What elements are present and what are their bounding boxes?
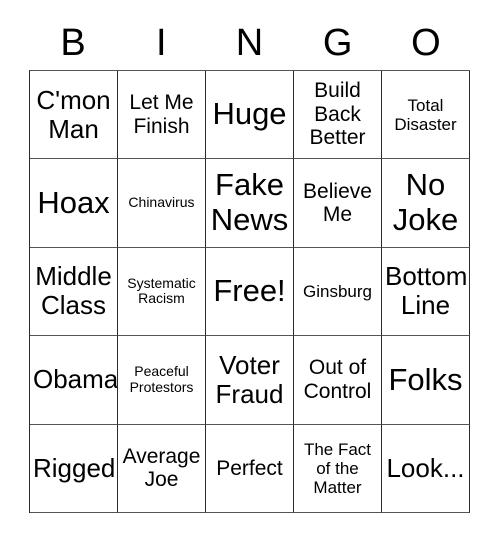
bingo-cell-label: Obama [33,364,118,395]
bingo-cell-label: Folks [388,361,463,397]
bingo-cell[interactable]: Systematic Racism [118,247,206,337]
bingo-cell[interactable]: Rigged [30,424,118,513]
bingo-cell-label: Fake News [210,167,289,238]
bingo-cell[interactable]: Obama [30,336,118,425]
bingo-cell-label: Peaceful Protestors [129,363,194,395]
bingo-cell[interactable]: Voter Fraud [206,336,294,425]
bingo-cell-label: Out of Control [303,356,372,403]
bingo-cell[interactable]: Folks [382,336,470,425]
bingo-cell-label: Rigged [33,452,116,483]
bingo-cell[interactable]: Look... [382,424,470,513]
bingo-cell-label: The Fact of the Matter [303,439,372,497]
bingo-cell-label: Average Joe [122,444,201,492]
header-letter-o: O [411,22,441,64]
bingo-cell[interactable]: Peaceful Protestors [118,336,206,425]
bingo-cell-label: Let Me Finish [129,91,194,138]
bingo-cell-label: No Joke [392,167,459,238]
bingo-cell[interactable]: Out of Control [294,336,382,425]
bingo-cell[interactable]: Total Disaster [382,71,470,160]
bingo-cell[interactable]: Bottom Line [382,247,470,337]
bingo-cell[interactable]: C'mon Man [30,71,118,160]
bingo-cell[interactable]: Hoax [30,159,118,248]
bingo-cell[interactable]: Chinavirus [118,159,206,248]
bingo-cell-label: Total Disaster [394,95,457,134]
bingo-cell[interactable]: Huge [206,71,294,160]
bingo-cell-label: Free! [213,273,286,309]
bingo-cell[interactable]: Believe Me [294,159,382,248]
bingo-cell[interactable]: Perfect [206,424,294,513]
bingo-cell-label: C'mon Man [36,84,111,144]
bingo-cell[interactable]: Average Joe [118,424,206,513]
bingo-cell-label: Look... [386,452,465,483]
bingo-grid: C'mon Man Let Me Finish Huge Build Back … [29,70,470,513]
bingo-cell-label: Hoax [37,184,110,220]
bingo-cell-label: Middle Class [35,261,112,321]
bingo-cell-label: Build Back Better [309,79,366,150]
bingo-header: B I N G O [29,18,470,68]
header-letter-i: I [156,22,167,64]
bingo-cell-free[interactable]: Free! [206,247,294,337]
bingo-card: B I N G O C'mon Man Let Me Finish Huge B… [0,0,500,544]
bingo-cell[interactable]: Ginsburg [294,247,382,337]
bingo-cell[interactable]: The Fact of the Matter [294,424,382,513]
bingo-cell[interactable]: Middle Class [30,247,118,337]
header-letter-n: N [235,22,264,64]
bingo-cell[interactable]: Let Me Finish [118,71,206,160]
bingo-cell-label: Systematic Racism [127,274,196,307]
bingo-cell-label: Huge [212,96,287,132]
bingo-cell-label: Perfect [216,456,283,480]
bingo-cell[interactable]: Build Back Better [294,71,382,160]
bingo-cell[interactable]: No Joke [382,159,470,248]
bingo-cell[interactable]: Fake News [206,159,294,248]
bingo-cell-label: Believe Me [303,179,372,227]
bingo-cell-label: Bottom Line [385,261,468,321]
bingo-cell-label: Ginsburg [303,281,372,301]
bingo-cell-label: Voter Fraud [215,349,284,409]
header-letter-g: G [322,22,353,64]
bingo-cell-label: Chinavirus [128,194,195,211]
header-letter-b: B [60,22,86,64]
